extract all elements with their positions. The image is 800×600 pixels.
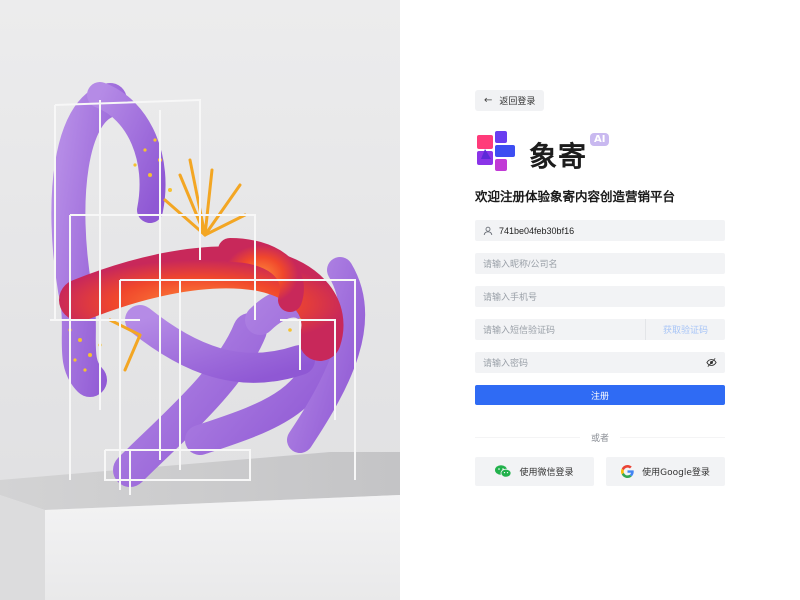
wechat-login-label: 使用微信登录 (519, 468, 574, 478)
invite-code-input[interactable] (493, 220, 725, 241)
ai-badge: AI (590, 132, 610, 146)
hero-artwork (0, 0, 400, 600)
brand-logo: 象寄 AI (475, 128, 725, 174)
phone-field (475, 286, 725, 307)
social-login-group: 使用微信登录 使用Google登录 (475, 457, 725, 486)
phone-input[interactable] (475, 286, 725, 307)
or-divider: 或者 (475, 431, 725, 444)
google-login-label: 使用Google登录 (642, 468, 710, 478)
password-field (475, 352, 725, 373)
register-panel: ← 返回登录 象寄 AI 欢迎注册体验象寄内容创造营销平台 741be04feb… (400, 0, 800, 600)
welcome-heading: 欢迎注册体验象寄内容创造营销平台 (475, 189, 676, 204)
invite-code-field (475, 220, 725, 241)
brand-name: 象寄 (529, 140, 588, 173)
wechat-icon (495, 465, 512, 478)
wechat-login-button[interactable]: 使用微信登录 (475, 457, 594, 486)
sculpture-illustration (0, 0, 400, 600)
user-icon (483, 226, 493, 235)
register-page: ← 返回登录 象寄 AI 欢迎注册体验象寄内容创造营销平台 741be04feb… (0, 0, 800, 600)
logo-mark-icon (477, 131, 515, 171)
arrow-left-icon: ← (484, 95, 493, 106)
sms-code-input[interactable] (475, 319, 645, 340)
eye-off-icon[interactable] (706, 357, 717, 368)
back-to-login-label: 返回登录 (499, 97, 536, 107)
register-form: ← 返回登录 象寄 AI 欢迎注册体验象寄内容创造营销平台 741be04feb… (475, 88, 725, 486)
password-input[interactable] (475, 352, 706, 373)
get-sms-code-button[interactable]: 获取验证码 (645, 319, 725, 340)
register-button[interactable]: 注册 (475, 385, 725, 405)
back-to-login-button[interactable]: ← 返回登录 (475, 90, 545, 111)
google-login-button[interactable]: 使用Google登录 (606, 457, 725, 486)
sms-code-field: 获取验证码 (475, 319, 725, 340)
nickname-input[interactable] (475, 253, 725, 274)
or-divider-label: 或者 (590, 434, 609, 444)
google-icon (621, 465, 634, 478)
nickname-field (475, 253, 725, 274)
